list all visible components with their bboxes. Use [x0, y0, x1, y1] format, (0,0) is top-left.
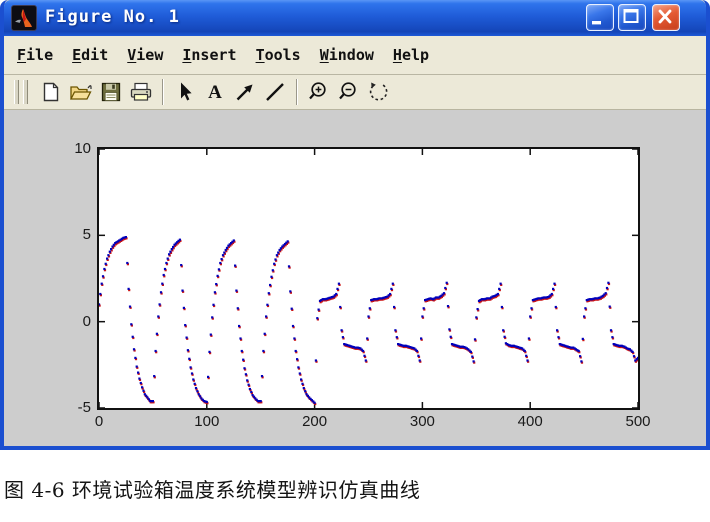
rotate-3d-button[interactable] — [364, 78, 394, 106]
zoom-in-icon — [306, 80, 332, 104]
northeast-arrow-icon — [233, 80, 257, 104]
toolbar: A — [4, 75, 706, 110]
close-button[interactable] — [652, 4, 680, 31]
menu-item-window[interactable]: Window — [315, 43, 379, 67]
text-a-icon: A — [203, 80, 227, 104]
menu-item-help[interactable]: Help — [388, 43, 434, 67]
measured-output-blue-dots — [99, 236, 638, 404]
x-tick-label: 200 — [302, 413, 327, 430]
new-document-icon — [39, 80, 63, 104]
figure-canvas: 0100200300400500-50510 — [4, 110, 706, 446]
menu-item-edit[interactable]: Edit — [67, 43, 113, 67]
new-figure-button[interactable] — [36, 78, 66, 106]
toolbar-separator — [296, 79, 298, 105]
y-tick-label: 10 — [47, 140, 91, 157]
title-bar[interactable]: Figure No. 1 — [4, 0, 706, 36]
x-tick-label: 100 — [194, 413, 219, 430]
zoom-out-button[interactable] — [334, 78, 364, 106]
pointer-arrow-icon — [173, 80, 197, 104]
window-title: Figure No. 1 — [45, 7, 180, 27]
menu-item-file[interactable]: File — [12, 43, 58, 67]
text-tool-button[interactable]: A — [200, 78, 230, 106]
pointer-tool-button[interactable] — [170, 78, 200, 106]
diagonal-line-icon — [263, 80, 287, 104]
save-floppy-icon — [99, 80, 123, 104]
menu-item-view[interactable]: View — [122, 43, 168, 67]
y-tick-label: 0 — [47, 313, 91, 330]
x-tick-label: 400 — [518, 413, 543, 430]
minimize-button[interactable] — [586, 4, 614, 31]
zoom-out-icon — [336, 80, 362, 104]
minimize-icon — [587, 5, 612, 29]
save-figure-button[interactable] — [96, 78, 126, 106]
y-tick-label: -5 — [47, 399, 91, 416]
y-tick-label: 5 — [47, 226, 91, 243]
toolbar-grip[interactable] — [23, 80, 28, 104]
maximize-icon — [619, 5, 644, 29]
model-output-red-dots — [99, 237, 638, 405]
zoom-in-button[interactable] — [304, 78, 334, 106]
toolbar-grip[interactable] — [14, 80, 19, 104]
line-annotation-button[interactable] — [260, 78, 290, 106]
plot-axes[interactable] — [97, 147, 640, 410]
menu-item-insert[interactable]: Insert — [177, 43, 241, 67]
document-page: Figure No. 1 FileEditViewInsertToo — [0, 0, 710, 522]
matlab-icon — [11, 5, 37, 31]
close-icon — [653, 5, 678, 29]
toolbar-separator — [162, 79, 164, 105]
menu-item-tools[interactable]: Tools — [251, 43, 306, 67]
rotate-3d-icon — [366, 80, 392, 104]
printer-icon — [128, 80, 154, 104]
x-tick-label: 500 — [625, 413, 650, 430]
x-tick-label: 0 — [95, 413, 103, 430]
menu-bar: File Edit View Insert Tools Window Help — [4, 36, 706, 75]
x-tick-label: 300 — [410, 413, 435, 430]
maximize-button[interactable] — [618, 4, 646, 31]
print-figure-button[interactable] — [126, 78, 156, 106]
figure-caption: 图 4-6 环境试验箱温度系统模型辨识仿真曲线 — [4, 474, 420, 503]
arrow-annotation-button[interactable] — [230, 78, 260, 106]
open-file-button[interactable] — [66, 78, 96, 106]
figure-window: Figure No. 1 FileEditViewInsertToo — [0, 0, 710, 450]
svg-text:A: A — [208, 82, 222, 103]
open-folder-icon — [68, 80, 94, 104]
